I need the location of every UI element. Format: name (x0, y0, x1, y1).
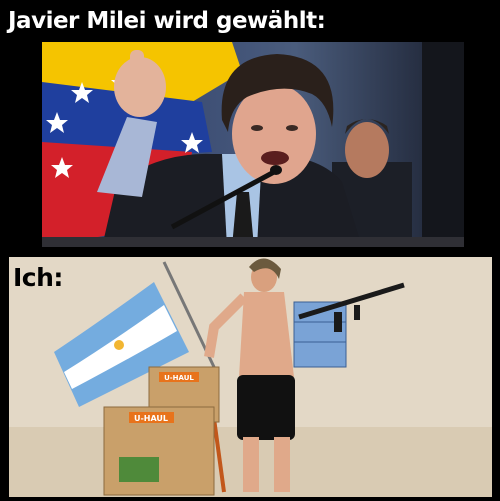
bottom-meme-panel: U-HAUL U-HAUL Ich: (9, 257, 492, 497)
top-meme-panel (42, 42, 464, 247)
bottom-caption: Ich: (13, 263, 63, 292)
box-label-bottom: U-HAUL (134, 414, 168, 423)
box-label-top: U-HAUL (164, 374, 194, 382)
politician-speech-illustration (42, 42, 464, 247)
top-caption: Javier Milei wird gewählt: (8, 8, 326, 34)
beach-scene-illustration: U-HAUL U-HAUL (9, 257, 492, 497)
